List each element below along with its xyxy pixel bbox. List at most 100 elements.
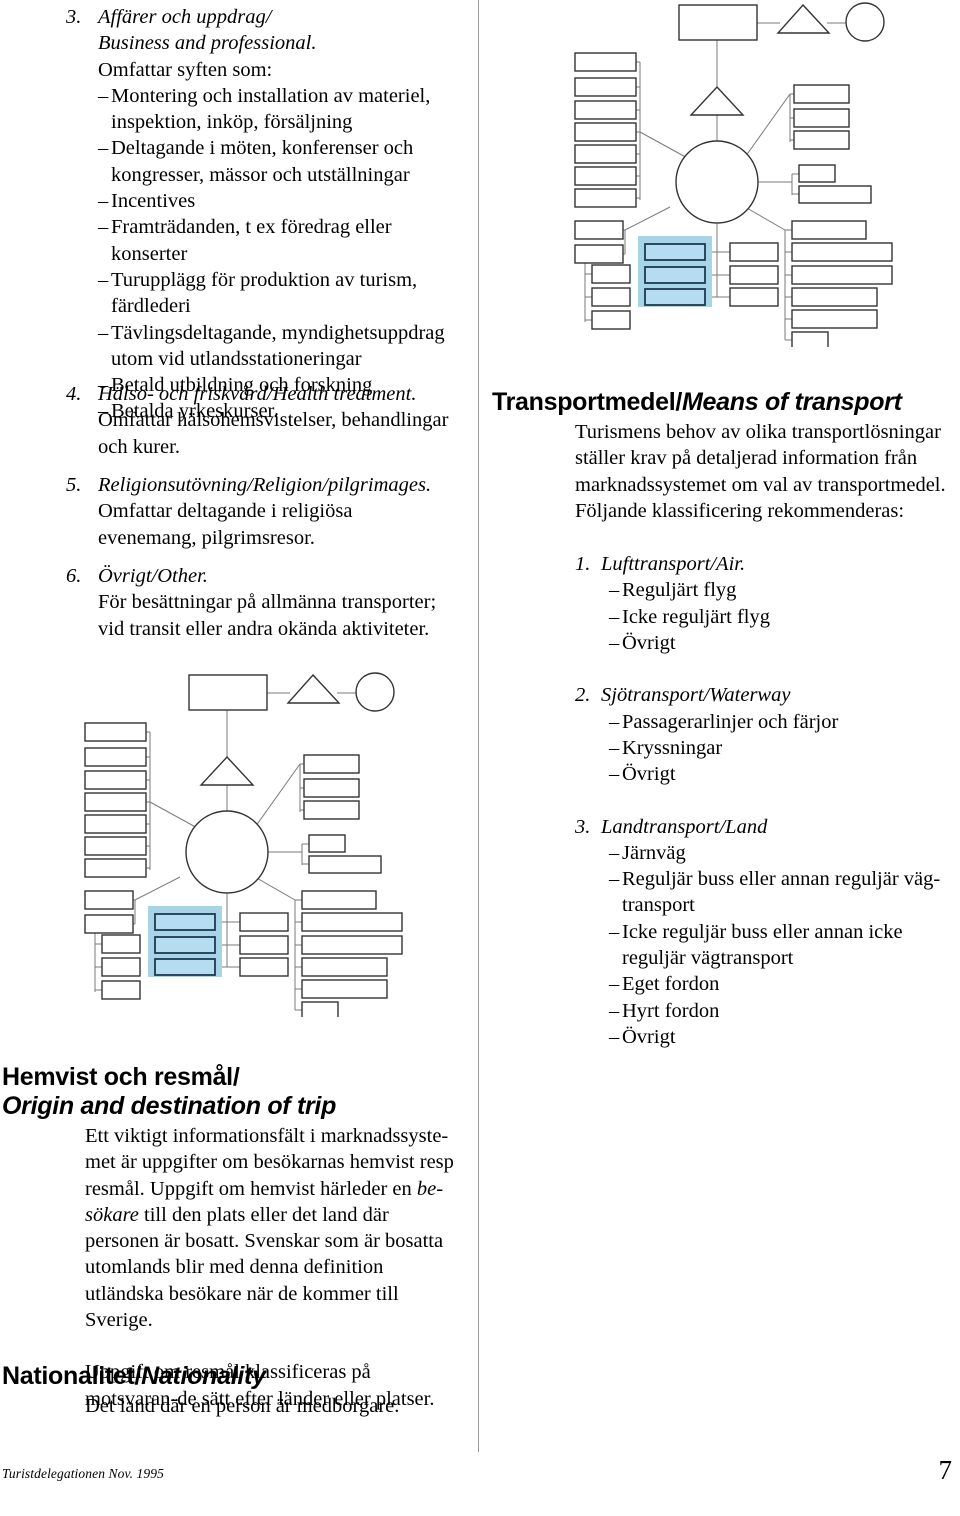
- purpose-item-3-bullet: – Incentives: [98, 188, 456, 214]
- page-number: 7: [938, 1455, 953, 1485]
- dash-icon: –: [609, 1025, 620, 1048]
- left-upper-node: [84, 792, 147, 812]
- left-lower-sub-node: [101, 957, 141, 977]
- transport-group-2-item: – Övrigt: [609, 761, 954, 787]
- transport-group-1-item: – Reguljärt flyg: [609, 577, 954, 603]
- left-lower-node: [84, 890, 134, 910]
- purpose-item-5: 5. Religionsutövning/Religion/pilgrimage…: [66, 472, 456, 551]
- transport-group-2-title: Sjötransport/Waterway: [601, 684, 791, 707]
- transport-group-2-item: – Kryssningar: [609, 735, 954, 761]
- item-text: Övrigt: [622, 763, 676, 786]
- purpose-item-5-title: Religionsutövning/Religion/pilgrimages.: [98, 474, 432, 496]
- highlight-group: [638, 236, 712, 307]
- left-lower-sub-node: [591, 310, 631, 330]
- transport-group-1: 1. Lufttransport/Air. – Reguljärt flyg –…: [575, 551, 954, 656]
- center-bottom-node: [729, 265, 779, 285]
- purpose-item-3-bullet: – Deltagande i möten, konferenser och ko…: [98, 135, 456, 188]
- purpose-item-3-bullet: – Montering och installation av materiel…: [98, 83, 456, 136]
- schema-diagram-svg: [574, 2, 893, 347]
- center-bottom-node: [729, 287, 779, 307]
- item-text: Övrigt: [622, 632, 676, 655]
- left-upper-node: [84, 747, 147, 767]
- purpose-item-4: 4. Hälso- och friskvård/Health treatment…: [66, 381, 456, 460]
- bullet-text: Incentives: [111, 190, 196, 213]
- origin-p1-part-b: till den plats eller det land där person…: [85, 1203, 444, 1332]
- dash-icon: –: [98, 268, 109, 291]
- schema-diagram-bottom: [62, 672, 462, 1017]
- dash-icon: –: [609, 868, 620, 891]
- column-divider-rule: [478, 0, 479, 1452]
- transport-group-2-item: – Passagerarlinjer och färjor: [609, 709, 954, 735]
- left-upper-node: [84, 858, 147, 878]
- right-mid-node: [308, 834, 346, 853]
- purpose-item-3: 3. Affärer och uppdrag/ Business and pro…: [66, 4, 456, 425]
- dash-icon: –: [609, 605, 620, 628]
- right-mid-node: [308, 855, 382, 874]
- transport-group-2: 2. Sjötransport/Waterway – Passagerarlin…: [575, 682, 954, 787]
- nationality-heading-en: Nationality: [141, 1362, 266, 1390]
- purpose-item-3-title-sv: Affärer och uppdrag/: [98, 6, 272, 28]
- nationality-section: Nationalitet/Nationality Det land där en…: [2, 1362, 472, 1419]
- purpose-item-3-bullet: – Tävlingsdeltagande, myndighetsuppdrag …: [98, 320, 456, 373]
- dash-icon: –: [609, 736, 620, 759]
- purpose-item-6-number: 6.: [66, 565, 82, 587]
- right-lower-node: [301, 935, 403, 955]
- purpose-item-4-title: Hälso- och friskvård/Health treatment.: [98, 383, 417, 405]
- purpose-item-3-title-en: Business and professional.: [98, 32, 317, 55]
- right-lower-node: [301, 890, 377, 910]
- center-triangle-node: [199, 755, 255, 786]
- top-triangle-node: [776, 3, 831, 34]
- purpose-item-3-bullet: – Framträdanden, t ex föredrag eller kon…: [98, 214, 456, 267]
- purpose-item-5-body: Omfattar deltagande i religiösa eveneman…: [98, 500, 353, 549]
- bullet-text: Deltagande i möten, konferenser och kong…: [111, 137, 414, 186]
- left-upper-node: [574, 166, 637, 186]
- right-lower-node: [791, 265, 893, 285]
- left-upper-node: [574, 144, 637, 164]
- item-text: Hyrt fordon: [622, 999, 720, 1022]
- center-bottom-node: [239, 935, 289, 955]
- right-upper-node: [793, 108, 850, 128]
- center-bottom-node: [239, 957, 289, 977]
- dash-icon: –: [609, 973, 620, 996]
- origin-paragraph-1: Ett viktigt informationsfält i marknadss…: [85, 1123, 465, 1333]
- left-upper-node: [574, 77, 637, 97]
- transport-intro: Turismens behov av olika transportlösnin…: [575, 421, 946, 522]
- item-text: Kryssningar: [622, 736, 723, 759]
- purpose-item-3-intro: Omfattar syften som:: [98, 58, 273, 81]
- left-upper-node: [84, 814, 147, 834]
- nationality-body: Det land där en person är medborgare.: [85, 1395, 400, 1417]
- transport-group-3-item: – Övrigt: [609, 1024, 954, 1050]
- central-circle-node: [185, 810, 269, 894]
- transport-group-1-number: 1.: [575, 553, 591, 576]
- left-lower-sub-node: [591, 287, 631, 307]
- top-rectangle-node: [678, 4, 758, 41]
- origin-heading: Hemvist och resmål/ Origin and destinati…: [2, 1063, 472, 1121]
- transport-heading-sv: Transportmedel/: [492, 388, 682, 416]
- dash-icon: –: [609, 710, 620, 733]
- origin-heading-en: Origin and destination of trip: [2, 1092, 337, 1120]
- dash-icon: –: [98, 137, 109, 160]
- left-lower-sub-node: [101, 934, 141, 954]
- transport-group-1-item: – Icke reguljärt flyg: [609, 604, 954, 630]
- transport-group-3-title: Landtransport/Land: [601, 815, 768, 838]
- transport-group-3-item: – Icke reguljär buss eller annan icke re…: [609, 919, 954, 972]
- left-upper-node: [84, 722, 147, 742]
- origin-section: Hemvist och resmål/ Origin and destinati…: [2, 1063, 472, 1412]
- item-text: Passagerarlinjer och färjor: [622, 710, 839, 733]
- left-lower-node: [574, 220, 624, 240]
- purpose-item-4-number: 4.: [66, 383, 82, 405]
- right-lower-node: [791, 287, 878, 307]
- left-upper-node: [574, 188, 637, 208]
- dash-icon: –: [98, 84, 109, 107]
- highlight-node: [154, 936, 216, 954]
- transport-heading: Transportmedel/Means of transport: [492, 388, 954, 417]
- diagram-nodes: [84, 672, 403, 1017]
- right-lower-node: [301, 979, 388, 999]
- purpose-item-5-number: 5.: [66, 474, 82, 496]
- purpose-item-6: 6. Övrigt/Other. För besättningar på all…: [66, 563, 456, 642]
- purpose-item-6-body: För besättningar på allmänna transporter…: [98, 591, 437, 640]
- item-text: Övrigt: [622, 1025, 676, 1048]
- right-lower-node: [301, 957, 388, 977]
- dash-icon: –: [98, 190, 109, 213]
- highlight-node: [154, 913, 216, 931]
